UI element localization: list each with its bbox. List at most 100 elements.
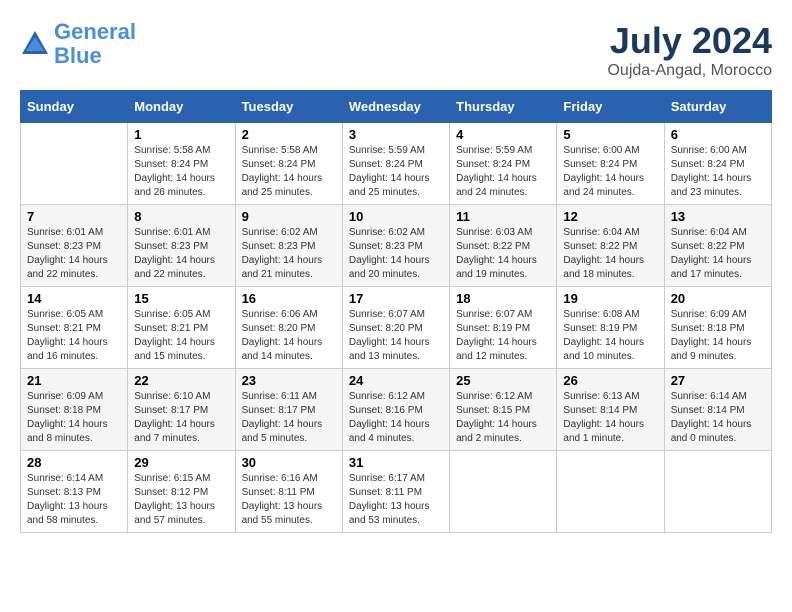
day-number: 3 — [349, 127, 443, 142]
calendar-cell — [664, 451, 771, 533]
calendar-cell — [21, 123, 128, 205]
day-number: 30 — [242, 455, 336, 470]
day-info: Sunrise: 6:00 AM Sunset: 8:24 PM Dayligh… — [671, 144, 765, 200]
location-title: Oujda-Angad, Morocco — [607, 62, 772, 80]
calendar-cell: 31Sunrise: 6:17 AM Sunset: 8:11 PM Dayli… — [342, 451, 449, 533]
calendar-cell: 21 Sunrise: 6:09 AM Sunset: 8:18 PM Dayli… — [21, 369, 128, 451]
day-info: Sunrise: 5:59 AM Sunset: 8:24 PM Dayligh… — [349, 144, 443, 200]
logo-text: General Blue — [54, 20, 136, 68]
day-info: Sunrise: 6:13 AM Sunset: 8:14 PM Dayligh… — [563, 390, 657, 446]
day-info: Sunrise: 6:08 AM Sunset: 8:19 PM Dayligh… — [563, 308, 657, 364]
day-number: 13 — [671, 209, 765, 224]
day-number: 10 — [349, 209, 443, 224]
day-number: 4 — [456, 127, 550, 142]
weekday-header: Monday — [128, 91, 235, 123]
day-info: Sunrise: 6:06 AM Sunset: 8:20 PM Dayligh… — [242, 308, 336, 364]
day-info: Sunrise: 6:09 AM Sunset: 8:18 PM Dayligh… — [27, 390, 121, 446]
day-number: 22 — [134, 373, 228, 388]
weekday-header: Friday — [557, 91, 664, 123]
day-info: Sunrise: 5:59 AM Sunset: 8:24 PM Dayligh… — [456, 144, 550, 200]
day-number: 16 — [242, 291, 336, 306]
calendar-cell: 23 Sunrise: 6:11 AM Sunset: 8:17 PM Dayli… — [235, 369, 342, 451]
day-info: Sunrise: 6:14 AM Sunset: 8:13 PM Dayligh… — [27, 472, 121, 528]
day-number: 27 — [671, 373, 765, 388]
day-number: 11 — [456, 209, 550, 224]
day-number: 7 — [27, 209, 121, 224]
day-info: Sunrise: 6:07 AM Sunset: 8:19 PM Dayligh… — [456, 308, 550, 364]
day-number: 20 — [671, 291, 765, 306]
day-info: Sunrise: 6:01 AM Sunset: 8:23 PM Dayligh… — [27, 226, 121, 282]
day-number: 25 — [456, 373, 550, 388]
day-number: 23 — [242, 373, 336, 388]
day-number: 8 — [134, 209, 228, 224]
calendar-cell: 2 Sunrise: 5:58 AM Sunset: 8:24 PM Daylig… — [235, 123, 342, 205]
calendar-cell: 3 Sunrise: 5:59 AM Sunset: 8:24 PM Daylig… — [342, 123, 449, 205]
logo-icon — [20, 29, 50, 59]
calendar-cell: 26Sunrise: 6:13 AM Sunset: 8:14 PM Dayli… — [557, 369, 664, 451]
day-info: Sunrise: 6:04 AM Sunset: 8:22 PM Dayligh… — [563, 226, 657, 282]
calendar-cell: 6 Sunrise: 6:00 AM Sunset: 8:24 PM Daylig… — [664, 123, 771, 205]
calendar-cell: 15Sunrise: 6:05 AM Sunset: 8:21 PM Dayli… — [128, 287, 235, 369]
weekday-header: Tuesday — [235, 91, 342, 123]
day-info: Sunrise: 6:05 AM Sunset: 8:21 PM Dayligh… — [27, 308, 121, 364]
calendar-cell: 24 Sunrise: 6:12 AM Sunset: 8:16 PM Dayli… — [342, 369, 449, 451]
day-info: Sunrise: 6:10 AM Sunset: 8:17 PM Dayligh… — [134, 390, 228, 446]
month-title: July 2024 — [607, 20, 772, 62]
calendar-cell — [557, 451, 664, 533]
day-info: Sunrise: 6:17 AM Sunset: 8:11 PM Dayligh… — [349, 472, 443, 528]
day-info: Sunrise: 5:58 AM Sunset: 8:24 PM Dayligh… — [134, 144, 228, 200]
day-info: Sunrise: 5:58 AM Sunset: 8:24 PM Dayligh… — [242, 144, 336, 200]
day-info: Sunrise: 6:05 AM Sunset: 8:21 PM Dayligh… — [134, 308, 228, 364]
logo: General Blue — [20, 20, 136, 68]
calendar-cell: 1 Sunrise: 5:58 AM Sunset: 8:24 PM Daylig… — [128, 123, 235, 205]
calendar-cell: 27 Sunrise: 6:14 AM Sunset: 8:14 PM Dayli… — [664, 369, 771, 451]
calendar-cell: 16 Sunrise: 6:06 AM Sunset: 8:20 PM Dayli… — [235, 287, 342, 369]
day-number: 14 — [27, 291, 121, 306]
day-number: 17 — [349, 291, 443, 306]
calendar-cell: 5Sunrise: 6:00 AM Sunset: 8:24 PM Daylig… — [557, 123, 664, 205]
day-number: 24 — [349, 373, 443, 388]
day-number: 12 — [563, 209, 657, 224]
calendar-cell: 22 Sunrise: 6:10 AM Sunset: 8:17 PM Dayli… — [128, 369, 235, 451]
calendar-cell: 10 Sunrise: 6:02 AM Sunset: 8:23 PM Dayli… — [342, 205, 449, 287]
calendar-cell: 8 Sunrise: 6:01 AM Sunset: 8:23 PM Daylig… — [128, 205, 235, 287]
calendar-cell: 14 Sunrise: 6:05 AM Sunset: 8:21 PM Dayli… — [21, 287, 128, 369]
day-info: Sunrise: 6:02 AM Sunset: 8:23 PM Dayligh… — [242, 226, 336, 282]
day-number: 1 — [134, 127, 228, 142]
calendar-cell: 11 Sunrise: 6:03 AM Sunset: 8:22 PM Dayli… — [450, 205, 557, 287]
day-info: Sunrise: 6:11 AM Sunset: 8:17 PM Dayligh… — [242, 390, 336, 446]
day-info: Sunrise: 6:15 AM Sunset: 8:12 PM Dayligh… — [134, 472, 228, 528]
day-number: 19 — [563, 291, 657, 306]
day-info: Sunrise: 6:00 AM Sunset: 8:24 PM Dayligh… — [563, 144, 657, 200]
day-number: 6 — [671, 127, 765, 142]
day-number: 2 — [242, 127, 336, 142]
day-info: Sunrise: 6:07 AM Sunset: 8:20 PM Dayligh… — [349, 308, 443, 364]
calendar-cell: 20 Sunrise: 6:09 AM Sunset: 8:18 PM Dayli… — [664, 287, 771, 369]
calendar-cell: 30 Sunrise: 6:16 AM Sunset: 8:11 PM Dayli… — [235, 451, 342, 533]
day-info: Sunrise: 6:01 AM Sunset: 8:23 PM Dayligh… — [134, 226, 228, 282]
weekday-header: Sunday — [21, 91, 128, 123]
weekday-header: Wednesday — [342, 91, 449, 123]
calendar-cell: 9Sunrise: 6:02 AM Sunset: 8:23 PM Daylig… — [235, 205, 342, 287]
calendar-cell: 13 Sunrise: 6:04 AM Sunset: 8:22 PM Dayli… — [664, 205, 771, 287]
day-number: 21 — [27, 373, 121, 388]
day-info: Sunrise: 6:16 AM Sunset: 8:11 PM Dayligh… — [242, 472, 336, 528]
day-info: Sunrise: 6:04 AM Sunset: 8:22 PM Dayligh… — [671, 226, 765, 282]
calendar-cell: 19 Sunrise: 6:08 AM Sunset: 8:19 PM Dayli… — [557, 287, 664, 369]
calendar-cell: 4 Sunrise: 5:59 AM Sunset: 8:24 PM Daylig… — [450, 123, 557, 205]
calendar-cell: 7 Sunrise: 6:01 AM Sunset: 8:23 PM Daylig… — [21, 205, 128, 287]
calendar-cell: 29 Sunrise: 6:15 AM Sunset: 8:12 PM Dayli… — [128, 451, 235, 533]
calendar-cell: 25Sunrise: 6:12 AM Sunset: 8:15 PM Dayli… — [450, 369, 557, 451]
calendar-cell: 12 Sunrise: 6:04 AM Sunset: 8:22 PM Dayli… — [557, 205, 664, 287]
calendar-cell: 18 Sunrise: 6:07 AM Sunset: 8:19 PM Dayli… — [450, 287, 557, 369]
day-number: 18 — [456, 291, 550, 306]
day-info: Sunrise: 6:03 AM Sunset: 8:22 PM Dayligh… — [456, 226, 550, 282]
day-info: Sunrise: 6:09 AM Sunset: 8:18 PM Dayligh… — [671, 308, 765, 364]
day-info: Sunrise: 6:12 AM Sunset: 8:16 PM Dayligh… — [349, 390, 443, 446]
title-area: July 2024 Oujda-Angad, Morocco — [607, 20, 772, 80]
day-info: Sunrise: 6:02 AM Sunset: 8:23 PM Dayligh… — [349, 226, 443, 282]
day-number: 28 — [27, 455, 121, 470]
calendar-table: SundayMondayTuesdayWednesdayThursdayFrid… — [20, 90, 772, 533]
day-number: 29 — [134, 455, 228, 470]
day-info: Sunrise: 6:14 AM Sunset: 8:14 PM Dayligh… — [671, 390, 765, 446]
